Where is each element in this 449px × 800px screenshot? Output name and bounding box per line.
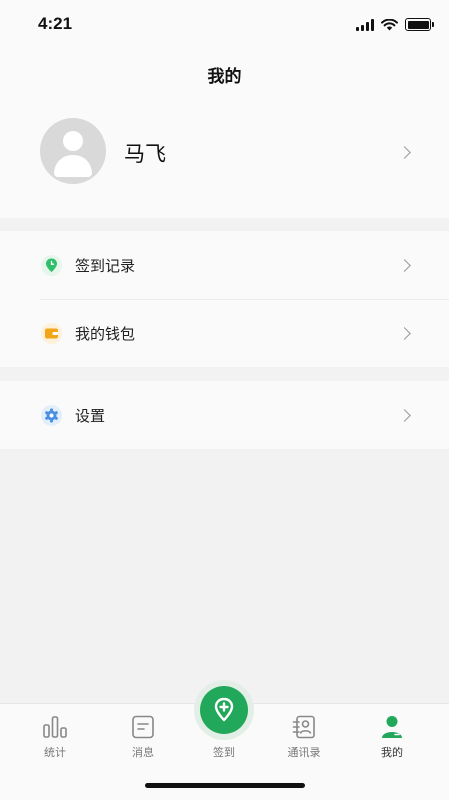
tab-label: 消息 <box>132 746 154 759</box>
tab-label: 统计 <box>44 746 66 759</box>
person-icon <box>382 716 402 738</box>
gear-icon <box>41 405 62 426</box>
user-name: 马飞 <box>124 142 166 166</box>
contacts-icon <box>292 715 315 739</box>
signal-icon <box>356 18 374 31</box>
menu-item-checkin-records[interactable]: 签到记录 <box>0 231 449 299</box>
tab-mine[interactable]: 我的 <box>362 714 422 760</box>
menu-group-records: 签到记录 我的钱包 <box>0 231 449 367</box>
page-title: 我的 <box>207 67 242 87</box>
chevron-right-icon <box>398 327 411 340</box>
clock-icon <box>41 255 62 276</box>
menu-item-label: 我的钱包 <box>75 325 136 343</box>
status-icons <box>356 18 434 31</box>
wifi-icon <box>381 18 398 30</box>
tab-messages[interactable]: 消息 <box>113 714 173 760</box>
message-icon <box>132 715 154 739</box>
menu-item-settings[interactable]: 设置 <box>0 381 449 449</box>
menu-item-label: 设置 <box>75 407 106 425</box>
profile-row[interactable]: 马飞 <box>0 98 449 218</box>
tab-label: 通讯录 <box>287 746 321 759</box>
page-header: 我的 <box>0 48 449 98</box>
checkin-button[interactable] <box>194 680 254 740</box>
tab-label: 我的 <box>381 746 403 759</box>
wallet-icon <box>41 323 62 344</box>
status-bar: 4:21 <box>0 0 449 48</box>
tab-label: 签到 <box>213 746 235 759</box>
tab-statistics[interactable]: 统计 <box>25 714 85 760</box>
menu-group-settings: 设置 <box>0 381 449 449</box>
tab-contacts[interactable]: 通讯录 <box>274 714 334 760</box>
menu-item-label: 签到记录 <box>75 257 136 275</box>
location-plus-icon <box>214 697 234 722</box>
chevron-right-icon <box>398 259 411 272</box>
battery-icon <box>405 18 434 31</box>
bar-chart-icon <box>43 716 67 738</box>
status-time: 4:21 <box>38 14 73 33</box>
chevron-right-icon <box>398 409 411 422</box>
menu-item-wallet[interactable]: 我的钱包 <box>0 299 449 367</box>
home-indicator <box>145 783 305 788</box>
chevron-right-icon <box>398 146 411 159</box>
avatar <box>40 118 106 184</box>
